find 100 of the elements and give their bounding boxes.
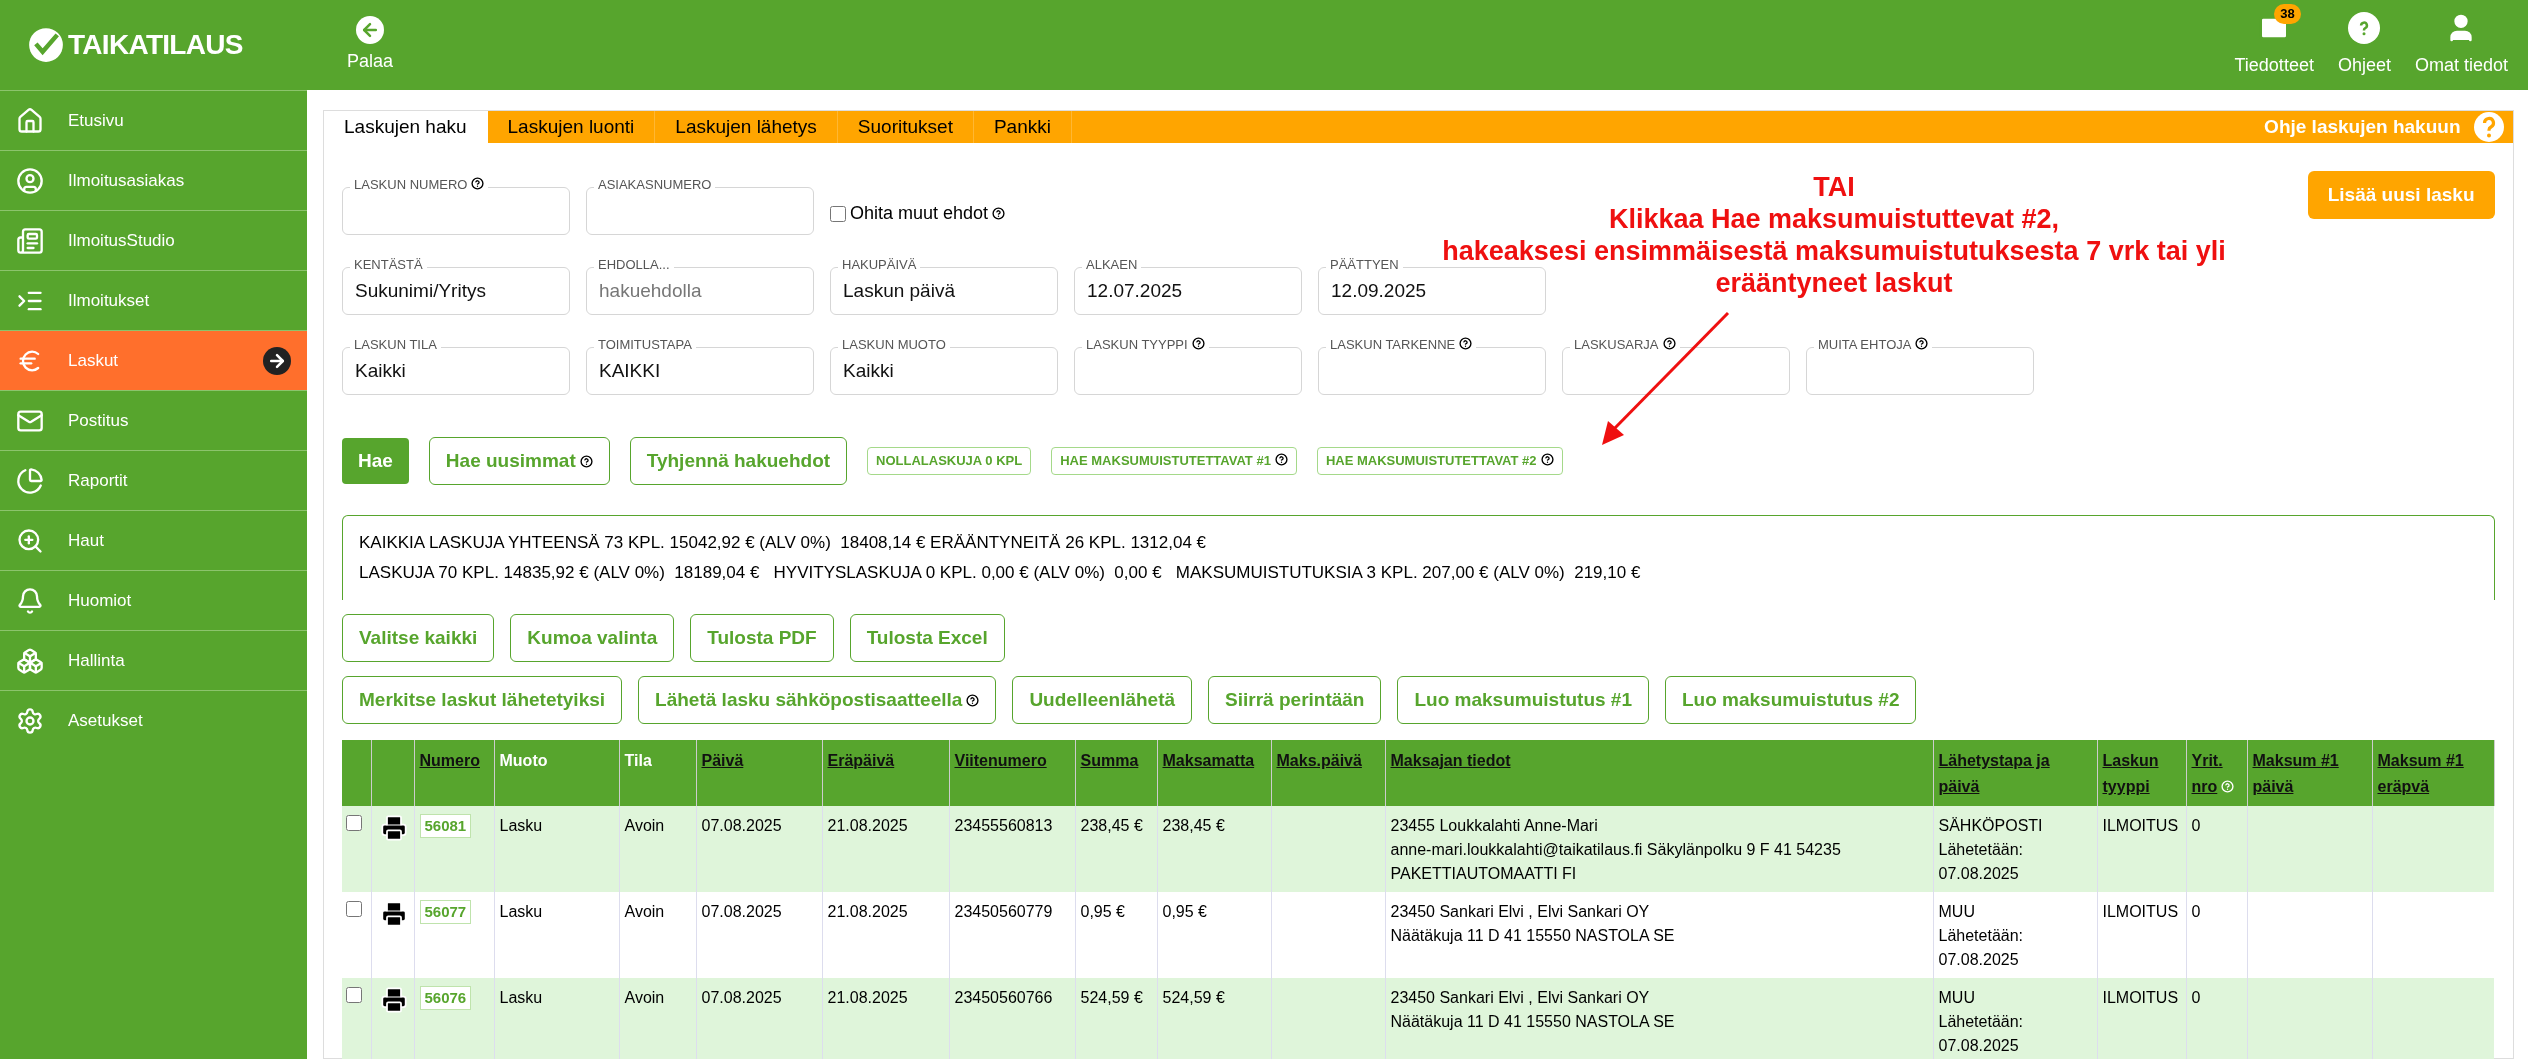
payer-line: anne-mari.loukkalahti@taikatilaus.fi Säkylänpolku 9 F 41 54235 — [1390, 840, 1842, 860]
row-checkbox[interactable] — [346, 815, 362, 831]
invoice-number-link[interactable]: 56077 — [419, 900, 472, 924]
payer-line: Näätäkuja 11 D 41 15550 NASTOLA SE — [1390, 926, 1676, 946]
table-cell: ILMOITUS — [2097, 978, 2186, 1059]
sidebar-item[interactable]: Etusivu — [0, 90, 307, 150]
delivery-line: 07.08.2025 — [1938, 1036, 2020, 1056]
settings-icon — [16, 706, 44, 735]
search-button[interactable]: Hae — [342, 438, 409, 484]
search-icon — [16, 526, 44, 555]
bell-icon — [16, 586, 44, 615]
delivery-line: SÄHKÖPOSTI — [1938, 816, 2044, 836]
add-invoice-button[interactable]: Lisää uusi lasku — [2307, 171, 2495, 219]
pie-chart-icon — [16, 466, 44, 495]
help-icon[interactable] — [471, 177, 485, 190]
delivery-line: Lähetetään: — [1938, 926, 2025, 946]
action-button[interactable]: Lähetä lasku sähköpostisaatteella — [638, 676, 997, 724]
row-checkbox[interactable] — [346, 987, 362, 1003]
home-icon — [16, 106, 44, 135]
sidebar-item[interactable]: Laskut — [0, 330, 307, 390]
nav-link[interactable]: Omat tiedot — [2414, 51, 2508, 79]
boxes-icon — [16, 646, 44, 675]
printer-icon[interactable] — [379, 814, 408, 842]
delivery-line: Lähetetään: — [1938, 840, 2025, 860]
filter-chip[interactable]: NOLLALASKUJA 0 KPL — [867, 447, 1032, 475]
action-button[interactable]: Uudelleenlähetä — [1012, 676, 1193, 724]
payer-line: 23450 Sankari Elvi , Elvi Sankari OY — [1390, 902, 1651, 922]
input-field[interactable] — [586, 187, 814, 235]
filter-chip[interactable]: HAE MAKSUMUISTUTETTAVAT #1 — [1051, 447, 1297, 475]
notification-badge: 38 — [2274, 3, 2301, 24]
sidebar-item[interactable]: Hallinta — [0, 630, 307, 690]
checkbox[interactable] — [830, 205, 846, 222]
delivery-line: 07.08.2025 — [1938, 950, 2020, 970]
annotation-text: hakeaksesi ensimmäisestä maksumuistutuksesta 7 vrk tai yli — [1442, 235, 2226, 267]
checkbox-label: Ohita muut ehdot — [850, 200, 1006, 227]
back-button[interactable]: Palaa — [347, 15, 394, 75]
help-icon[interactable] — [1274, 453, 1288, 467]
field-label: MUITA EHTOJA — [1814, 337, 1933, 353]
logo-icon — [28, 27, 64, 63]
payer-line: 23455 Loukkalahti Anne-Mari — [1390, 816, 1599, 836]
help-icon[interactable] — [966, 693, 980, 707]
table-cell: 21.08.2025 — [822, 978, 949, 1059]
action-button[interactable]: Luo maksumuistutus #2 — [1665, 676, 1917, 724]
action-button[interactable]: Kumoa valinta — [510, 614, 675, 662]
invoice-number-link[interactable]: 56076 — [419, 986, 472, 1010]
sidebar-item[interactable]: Haut — [0, 510, 307, 570]
action-button[interactable]: Tyhjennä hakuehdot — [629, 437, 848, 485]
sidebar-item[interactable]: Asetukset — [0, 690, 307, 750]
row-checkbox[interactable] — [346, 901, 362, 917]
nav-link[interactable]: Ohjeet — [2337, 51, 2391, 79]
user-circle-icon — [16, 166, 44, 195]
action-button[interactable]: Tulosta Excel — [849, 614, 1005, 662]
tab[interactable]: Pankki — [973, 111, 1072, 143]
action-button[interactable]: Hae uusimmat — [428, 437, 610, 485]
input-field[interactable] — [1806, 347, 2034, 395]
field-label: LASKUN TARKENNE — [1326, 337, 1477, 353]
tab[interactable]: Laskujen luonti — [487, 111, 656, 143]
printer-icon[interactable] — [379, 986, 408, 1014]
input-field[interactable] — [1074, 347, 1302, 395]
tab[interactable]: Laskujen lähetys — [655, 111, 838, 143]
table-cell: 07.08.2025 — [696, 978, 822, 1059]
sidebar-item[interactable]: Ilmoitusasiakas — [0, 150, 307, 210]
arrow-right-icon — [263, 346, 291, 375]
field-label: LASKUN TYYPPI — [1082, 337, 1209, 353]
sidebar-item[interactable]: IlmoitusStudio — [0, 210, 307, 270]
sidebar-item[interactable]: Raportit — [0, 450, 307, 510]
help-icon[interactable] — [1540, 453, 1554, 467]
action-button[interactable]: Valitse kaikki — [342, 614, 495, 662]
table-cell: 23450560766 — [949, 978, 1075, 1059]
action-button[interactable]: Luo maksumuistutus #1 — [1397, 676, 1649, 724]
help-icon[interactable] — [1459, 337, 1473, 350]
help-icon[interactable] — [992, 207, 1006, 220]
invoice-number-link[interactable]: 56081 — [419, 814, 472, 838]
input-field[interactable] — [1562, 347, 1790, 395]
help-icon[interactable] — [1915, 337, 1929, 350]
tab[interactable]: Laskujen haku — [324, 111, 488, 143]
table-cell: 0 — [2186, 978, 2247, 1059]
delivery-line: MUU — [1938, 988, 1976, 1008]
sidebar-item[interactable]: Postitus — [0, 390, 307, 450]
input-field[interactable] — [342, 187, 570, 235]
action-button[interactable]: Siirrä perintään — [1208, 676, 1382, 724]
delivery-line: Lähetetään: — [1938, 1012, 2025, 1032]
help-icon[interactable] — [1662, 337, 1676, 350]
tab[interactable]: Suoritukset — [837, 111, 974, 143]
nav-link[interactable]: Tiedotteet — [2234, 51, 2314, 79]
delivery-line: 07.08.2025 — [1938, 864, 2020, 884]
table-cell: Lasku — [494, 978, 619, 1059]
help-icon[interactable] — [579, 454, 593, 468]
sidebar-item[interactable]: Huomiot — [0, 570, 307, 630]
help-link[interactable]: Ohje laskujen hakuun — [2264, 111, 2513, 143]
summary-line: KAIKKIA LASKUJA YHTEENSÄ 73 KPL. 15042,92 € (ALV 0%) 18408,14 € ERÄÄNTYNEITÄ 26 KPL. 1312,04 € — [359, 532, 1208, 554]
help-icon[interactable] — [1191, 337, 1205, 350]
action-button[interactable]: Merkitse laskut lähetetyiksi — [342, 676, 623, 724]
payer-line: Näätäkuja 11 D 41 15550 NASTOLA SE — [1390, 1012, 1676, 1032]
summary-line: LASKUJA 70 KPL. 14835,92 € (ALV 0%) 18189,04 € HYVITYSLASKUJA 0 KPL. 0,00 € (ALV 0%) 0,00 € MAKSUMUISTUTUKSIA 3 KPL. 207,00 € (ALV 0%) 219,10 € — [359, 562, 1642, 584]
annotation-text: Klikkaa Hae maksumuistuttevat #2, — [1608, 203, 2060, 235]
table-cell: 524,59 € — [1157, 978, 1271, 1059]
input-field[interactable] — [1318, 347, 1546, 395]
filter-chip[interactable]: HAE MAKSUMUISTUTETTAVAT #2 — [1316, 447, 1563, 475]
action-button[interactable]: Tulosta PDF — [690, 614, 834, 662]
